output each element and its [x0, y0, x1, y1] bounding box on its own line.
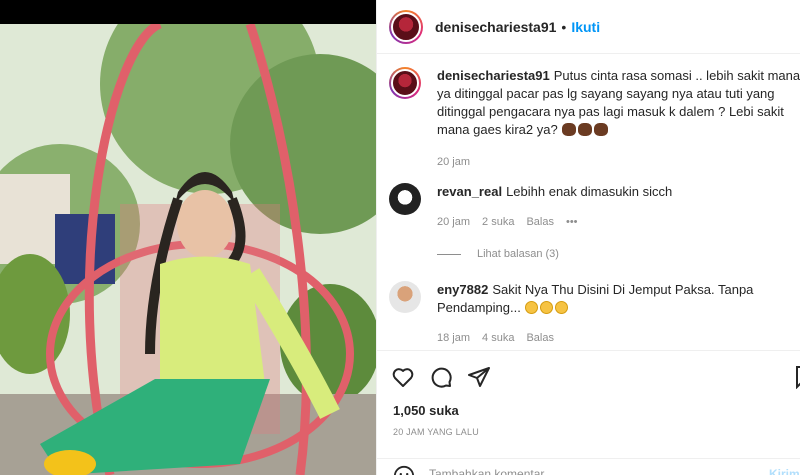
action-icons	[391, 365, 491, 389]
caption-avatar[interactable]	[389, 67, 421, 99]
disappointed-face-emoji	[540, 301, 554, 314]
add-comment-bar: Kirim	[377, 458, 800, 475]
commenter-avatar[interactable]	[389, 281, 421, 313]
comment-likes[interactable]: 2 suka	[482, 213, 514, 231]
share-icon[interactable]	[467, 365, 491, 389]
comment-item: revan_real Lebihh enak dimasukin sicch 20…	[389, 183, 800, 231]
comment-time[interactable]: 18 jam	[437, 329, 470, 347]
emoji-picker-icon[interactable]	[393, 465, 415, 475]
comment-input[interactable]	[429, 467, 729, 475]
post-actions: 1,050 suka 20 JAM YANG LALU Kirim	[377, 350, 800, 475]
caption: denisechariesta91 Putus cinta rasa somasi…	[389, 67, 800, 171]
author-avatar[interactable]	[389, 9, 423, 44]
comment-icon[interactable]	[429, 365, 453, 389]
comment-username[interactable]: eny7882	[437, 282, 488, 297]
posted-time[interactable]: 20 JAM YANG LALU	[393, 427, 479, 437]
caption-time[interactable]: 20 jam	[437, 153, 470, 171]
comment-item: eny7882 Sakit Nya Thu Disini Di Jemput Pa…	[389, 281, 800, 347]
more-options-icon[interactable]: •••	[566, 213, 578, 231]
reply-button[interactable]: Balas	[526, 329, 554, 347]
commenter-avatar[interactable]	[389, 183, 421, 215]
post-side-panel: denisechariesta91 • Ikuti denisechariest…	[376, 0, 800, 475]
author-username[interactable]: denisechariesta91	[435, 19, 556, 35]
comment-time[interactable]: 20 jam	[437, 213, 470, 231]
follow-button[interactable]: Ikuti	[571, 19, 600, 35]
post-photo[interactable]	[0, 24, 376, 475]
post-header: denisechariesta91 • Ikuti	[377, 0, 800, 54]
comment-text: Lebihh enak dimasukin sicch	[506, 184, 673, 199]
heart-icon[interactable]	[391, 365, 415, 389]
comment-likes[interactable]: 4 suka	[482, 329, 514, 347]
comments-list[interactable]: denisechariesta91 Putus cinta rasa somasi…	[377, 55, 800, 350]
bear-emoji	[594, 123, 609, 136]
disappointed-face-emoji	[555, 301, 569, 314]
disappointed-face-emoji	[525, 301, 539, 314]
bookmark-icon[interactable]	[795, 365, 800, 389]
photo-pane	[0, 0, 376, 475]
comment-username[interactable]: revan_real	[437, 184, 502, 199]
view-replies-button[interactable]: Lihat balasan (3)	[437, 248, 559, 260]
view-replies-label: Lihat balasan (3)	[477, 248, 559, 260]
reply-button[interactable]: Balas	[526, 213, 554, 231]
caption-username[interactable]: denisechariesta91	[437, 68, 550, 83]
likes-count[interactable]: 1,050 suka	[393, 403, 459, 418]
post-comment-button[interactable]: Kirim	[769, 467, 800, 475]
replies-divider	[437, 253, 461, 255]
bear-emoji	[578, 123, 593, 136]
bear-emoji	[562, 123, 577, 136]
post-photo-illustration	[0, 24, 376, 475]
header-separator: •	[561, 18, 567, 35]
